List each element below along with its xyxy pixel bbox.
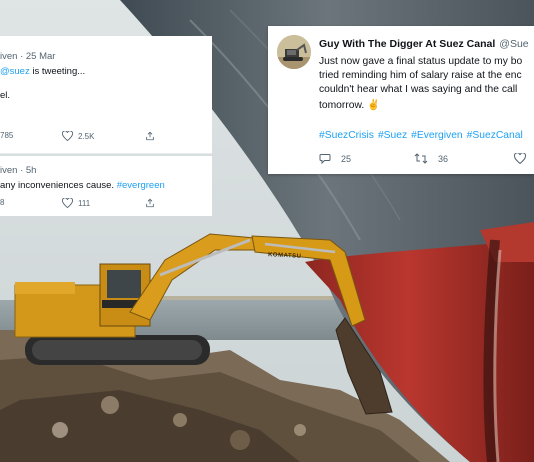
reply-count[interactable]: 785 — [0, 131, 13, 140]
hashtag-link[interactable]: #SuezCrisis — [319, 130, 374, 141]
hashtag-link[interactable]: #evergreen — [117, 180, 165, 191]
hashtag-link[interactable]: #SuezCanal — [467, 130, 523, 141]
like-icon — [62, 131, 73, 141]
share-button[interactable] — [145, 198, 160, 208]
tweet-text-line-2: tried reminding him of salary raise at t… — [319, 70, 522, 81]
retweet-button[interactable]: 36 — [414, 153, 448, 164]
tweet-text-line-1: Just now gave a final status update to m… — [319, 56, 523, 67]
tweet-text-line-1: @suez is tweeting... — [0, 66, 86, 77]
like-button[interactable]: 111 — [62, 198, 90, 208]
hashtag-row: #SuezCrisis #Suez #Evergiven #SuezCanal — [319, 130, 527, 141]
hashtag-link[interactable]: #Suez — [378, 130, 407, 141]
tweet-text-line-3: couldn't hear what I was saying and the … — [319, 84, 518, 95]
share-button[interactable] — [145, 131, 160, 141]
like-icon — [514, 153, 526, 164]
tweet-header: iven · 5h — [0, 165, 37, 176]
like-icon — [62, 198, 73, 208]
excavator-avatar-icon — [277, 35, 311, 69]
tweet-header: iven · 25 Mar — [0, 51, 56, 62]
user-handle[interactable]: @Sue — [499, 38, 528, 50]
hashtag-link[interactable]: #Evergiven — [411, 130, 463, 141]
reply-icon — [319, 154, 331, 164]
tweet-text-line-4: tomorrow. ✌️ — [319, 100, 380, 111]
display-name[interactable]: Guy With The Digger At Suez Canal @Sue — [319, 38, 529, 50]
tweet-card-left-top[interactable]: iven · 25 Mar @suez is tweeting... el. 7… — [0, 36, 212, 154]
reply-count[interactable]: 8 — [0, 198, 4, 207]
like-button[interactable] — [514, 153, 534, 164]
reply-button[interactable]: 25 — [319, 153, 351, 164]
tweet-card-right[interactable]: Guy With The Digger At Suez Canal @Sue Ju… — [268, 26, 534, 174]
like-button[interactable]: 2.5K — [62, 131, 94, 141]
tweet-card-left-bottom[interactable]: iven · 5h any inconveniences cause. #eve… — [0, 156, 212, 216]
avatar[interactable] — [277, 35, 311, 69]
tweet-text-line-2: el. — [0, 90, 11, 101]
tweet-text: any inconveniences cause. #evergreen — [0, 180, 165, 191]
mention-link[interactable]: @suez — [0, 66, 30, 77]
share-icon — [146, 198, 154, 208]
retweet-icon — [414, 153, 428, 164]
share-icon — [146, 131, 154, 141]
